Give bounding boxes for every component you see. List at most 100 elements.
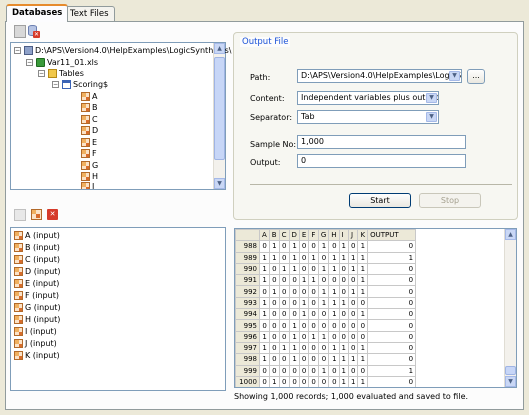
sample-input[interactable]: 1,000 <box>297 135 466 149</box>
column-header[interactable]: OUTPUT <box>367 229 417 242</box>
table-row[interactable]: 998 1 0 0 1 0 0 0 1 1 1 1 0 <box>235 353 417 366</box>
table-cell[interactable]: 1 <box>347 375 359 387</box>
table-cell[interactable]: 0 <box>347 364 359 377</box>
table-cell[interactable]: 1 <box>357 341 369 355</box>
table-row[interactable]: 990 1 0 1 1 0 0 1 1 0 1 1 0 <box>235 262 417 276</box>
tab-text-files[interactable]: Text Files <box>64 6 115 22</box>
table-row[interactable]: 992 0 1 0 0 0 0 1 1 0 1 1 0 <box>235 285 417 298</box>
table-cell[interactable]: 1 <box>328 285 340 298</box>
column-header[interactable]: H <box>328 229 340 242</box>
table-cell[interactable]: 1 <box>288 353 300 366</box>
row-header[interactable]: 1000 <box>235 375 260 387</box>
table-row[interactable]: 1000 0 1 0 0 0 0 0 0 1 1 1 0 <box>235 375 417 387</box>
tree-column[interactable]: A <box>81 91 97 102</box>
table-cell[interactable]: 0 <box>367 285 417 298</box>
table-cell[interactable]: 0 <box>298 262 310 276</box>
table-cell[interactable]: 0 <box>278 375 290 387</box>
collapse-icon[interactable]: − <box>14 47 21 54</box>
table-cell[interactable]: 1 <box>357 262 369 276</box>
table-cell[interactable]: 0 <box>338 274 350 287</box>
table-cell[interactable]: 0 <box>347 330 359 343</box>
table-cell[interactable]: 0 <box>298 251 310 264</box>
table-cell[interactable]: 1 <box>317 240 330 253</box>
table-cell[interactable]: 1 <box>328 262 340 276</box>
row-header[interactable]: 998 <box>235 353 260 366</box>
table-cell[interactable]: 1 <box>259 341 270 355</box>
remove-variable-icon[interactable]: ✕ <box>47 209 58 220</box>
table-cell[interactable]: 0 <box>278 274 290 287</box>
row-header[interactable]: 990 <box>235 262 260 276</box>
list-item[interactable]: F (input) <box>14 290 59 301</box>
table-cell[interactable]: 0 <box>298 330 310 343</box>
list-item[interactable]: E (input) <box>14 278 59 289</box>
row-header[interactable]: 997 <box>235 341 260 355</box>
delete-database-icon[interactable]: ✕ <box>28 25 41 38</box>
table-cell[interactable]: 1 <box>308 274 319 287</box>
tree-column[interactable]: F <box>81 148 97 159</box>
table-cell[interactable]: 0 <box>278 240 290 253</box>
column-header[interactable]: J <box>347 229 359 242</box>
table-cell[interactable]: 1 <box>288 240 300 253</box>
table-cell[interactable]: 1 <box>259 296 270 310</box>
table-cell[interactable]: 1 <box>328 341 340 355</box>
table-cell[interactable]: 1 <box>259 251 270 264</box>
table-cell[interactable]: 0 <box>308 285 319 298</box>
table-cell[interactable]: 0 <box>278 330 290 343</box>
table-cell[interactable]: 1 <box>328 251 340 264</box>
chevron-down-icon[interactable]: ▼ <box>449 71 460 81</box>
table-cell[interactable]: 1 <box>338 364 350 377</box>
database-grid-icon[interactable] <box>14 25 26 38</box>
table-cell[interactable]: 1 <box>259 330 270 343</box>
table-cell[interactable]: 0 <box>367 296 417 310</box>
table-cell[interactable]: 0 <box>308 296 319 310</box>
table-cell[interactable]: 0 <box>328 375 340 387</box>
table-cell[interactable]: 1 <box>357 274 369 287</box>
table-cell[interactable]: 1 <box>367 251 417 264</box>
tree-column[interactable]: C <box>81 114 98 125</box>
table-cell[interactable]: 1 <box>317 330 330 343</box>
list-item[interactable]: H (input) <box>14 314 60 325</box>
column-header[interactable]: K <box>357 229 369 242</box>
table-row[interactable]: 994 1 0 0 0 1 0 0 1 0 0 1 0 <box>235 308 417 321</box>
scroll-thumb[interactable] <box>214 57 225 160</box>
table-cell[interactable]: 1 <box>338 353 350 366</box>
table-cell[interactable]: 1 <box>357 308 369 321</box>
table-cell[interactable]: 1 <box>259 274 270 287</box>
list-item[interactable]: G (input) <box>14 302 61 313</box>
table-cell[interactable]: 1 <box>308 330 319 343</box>
table-cell[interactable]: 0 <box>328 240 340 253</box>
table-cell[interactable]: 0 <box>259 240 270 253</box>
table-cell[interactable]: 1 <box>347 353 359 366</box>
list-item[interactable]: K (input) <box>14 350 60 361</box>
table-cell[interactable]: 1 <box>317 364 330 377</box>
table-cell[interactable]: 0 <box>347 319 359 332</box>
table-cell[interactable]: 0 <box>259 319 270 332</box>
tree-column[interactable]: E <box>81 137 97 148</box>
table-cell[interactable]: 0 <box>357 319 369 332</box>
table-cell[interactable]: 0 <box>278 353 290 366</box>
tree-root[interactable]: − D:\APS\Version4.0\HelpExamples\LogicSyn… <box>14 45 231 56</box>
table-cell[interactable]: 0 <box>268 364 280 377</box>
table-cell[interactable]: 0 <box>357 330 369 343</box>
table-cell[interactable]: 0 <box>278 285 290 298</box>
path-combo[interactable]: D:\APS\Version4.0\HelpExamples\LogicSynt… <box>297 69 462 83</box>
collapse-icon[interactable]: − <box>52 81 59 88</box>
table-cell[interactable]: 0 <box>268 262 280 276</box>
table-cell[interactable]: 0 <box>298 375 310 387</box>
table-cell[interactable]: 0 <box>278 319 290 332</box>
table-cell[interactable]: 0 <box>268 308 280 321</box>
table-row[interactable]: 996 1 0 0 1 0 1 1 0 0 0 0 0 <box>235 330 417 343</box>
table-cell[interactable]: 0 <box>367 319 417 332</box>
table-cell[interactable]: 0 <box>338 308 350 321</box>
table-cell[interactable]: 0 <box>298 341 310 355</box>
table-cell[interactable]: 0 <box>259 364 270 377</box>
tab-databases[interactable]: Databases <box>6 4 69 22</box>
table-cell[interactable]: 0 <box>259 285 270 298</box>
table-row[interactable]: 993 1 0 0 0 1 0 1 1 1 0 0 0 <box>235 296 417 310</box>
table-cell[interactable]: 0 <box>288 274 300 287</box>
collapse-icon[interactable]: − <box>38 70 45 77</box>
table-cell[interactable]: 0 <box>288 296 300 310</box>
list-item[interactable]: B (input) <box>14 242 60 253</box>
table-cell[interactable]: 1 <box>357 251 369 264</box>
table-cell[interactable]: 0 <box>268 341 280 355</box>
